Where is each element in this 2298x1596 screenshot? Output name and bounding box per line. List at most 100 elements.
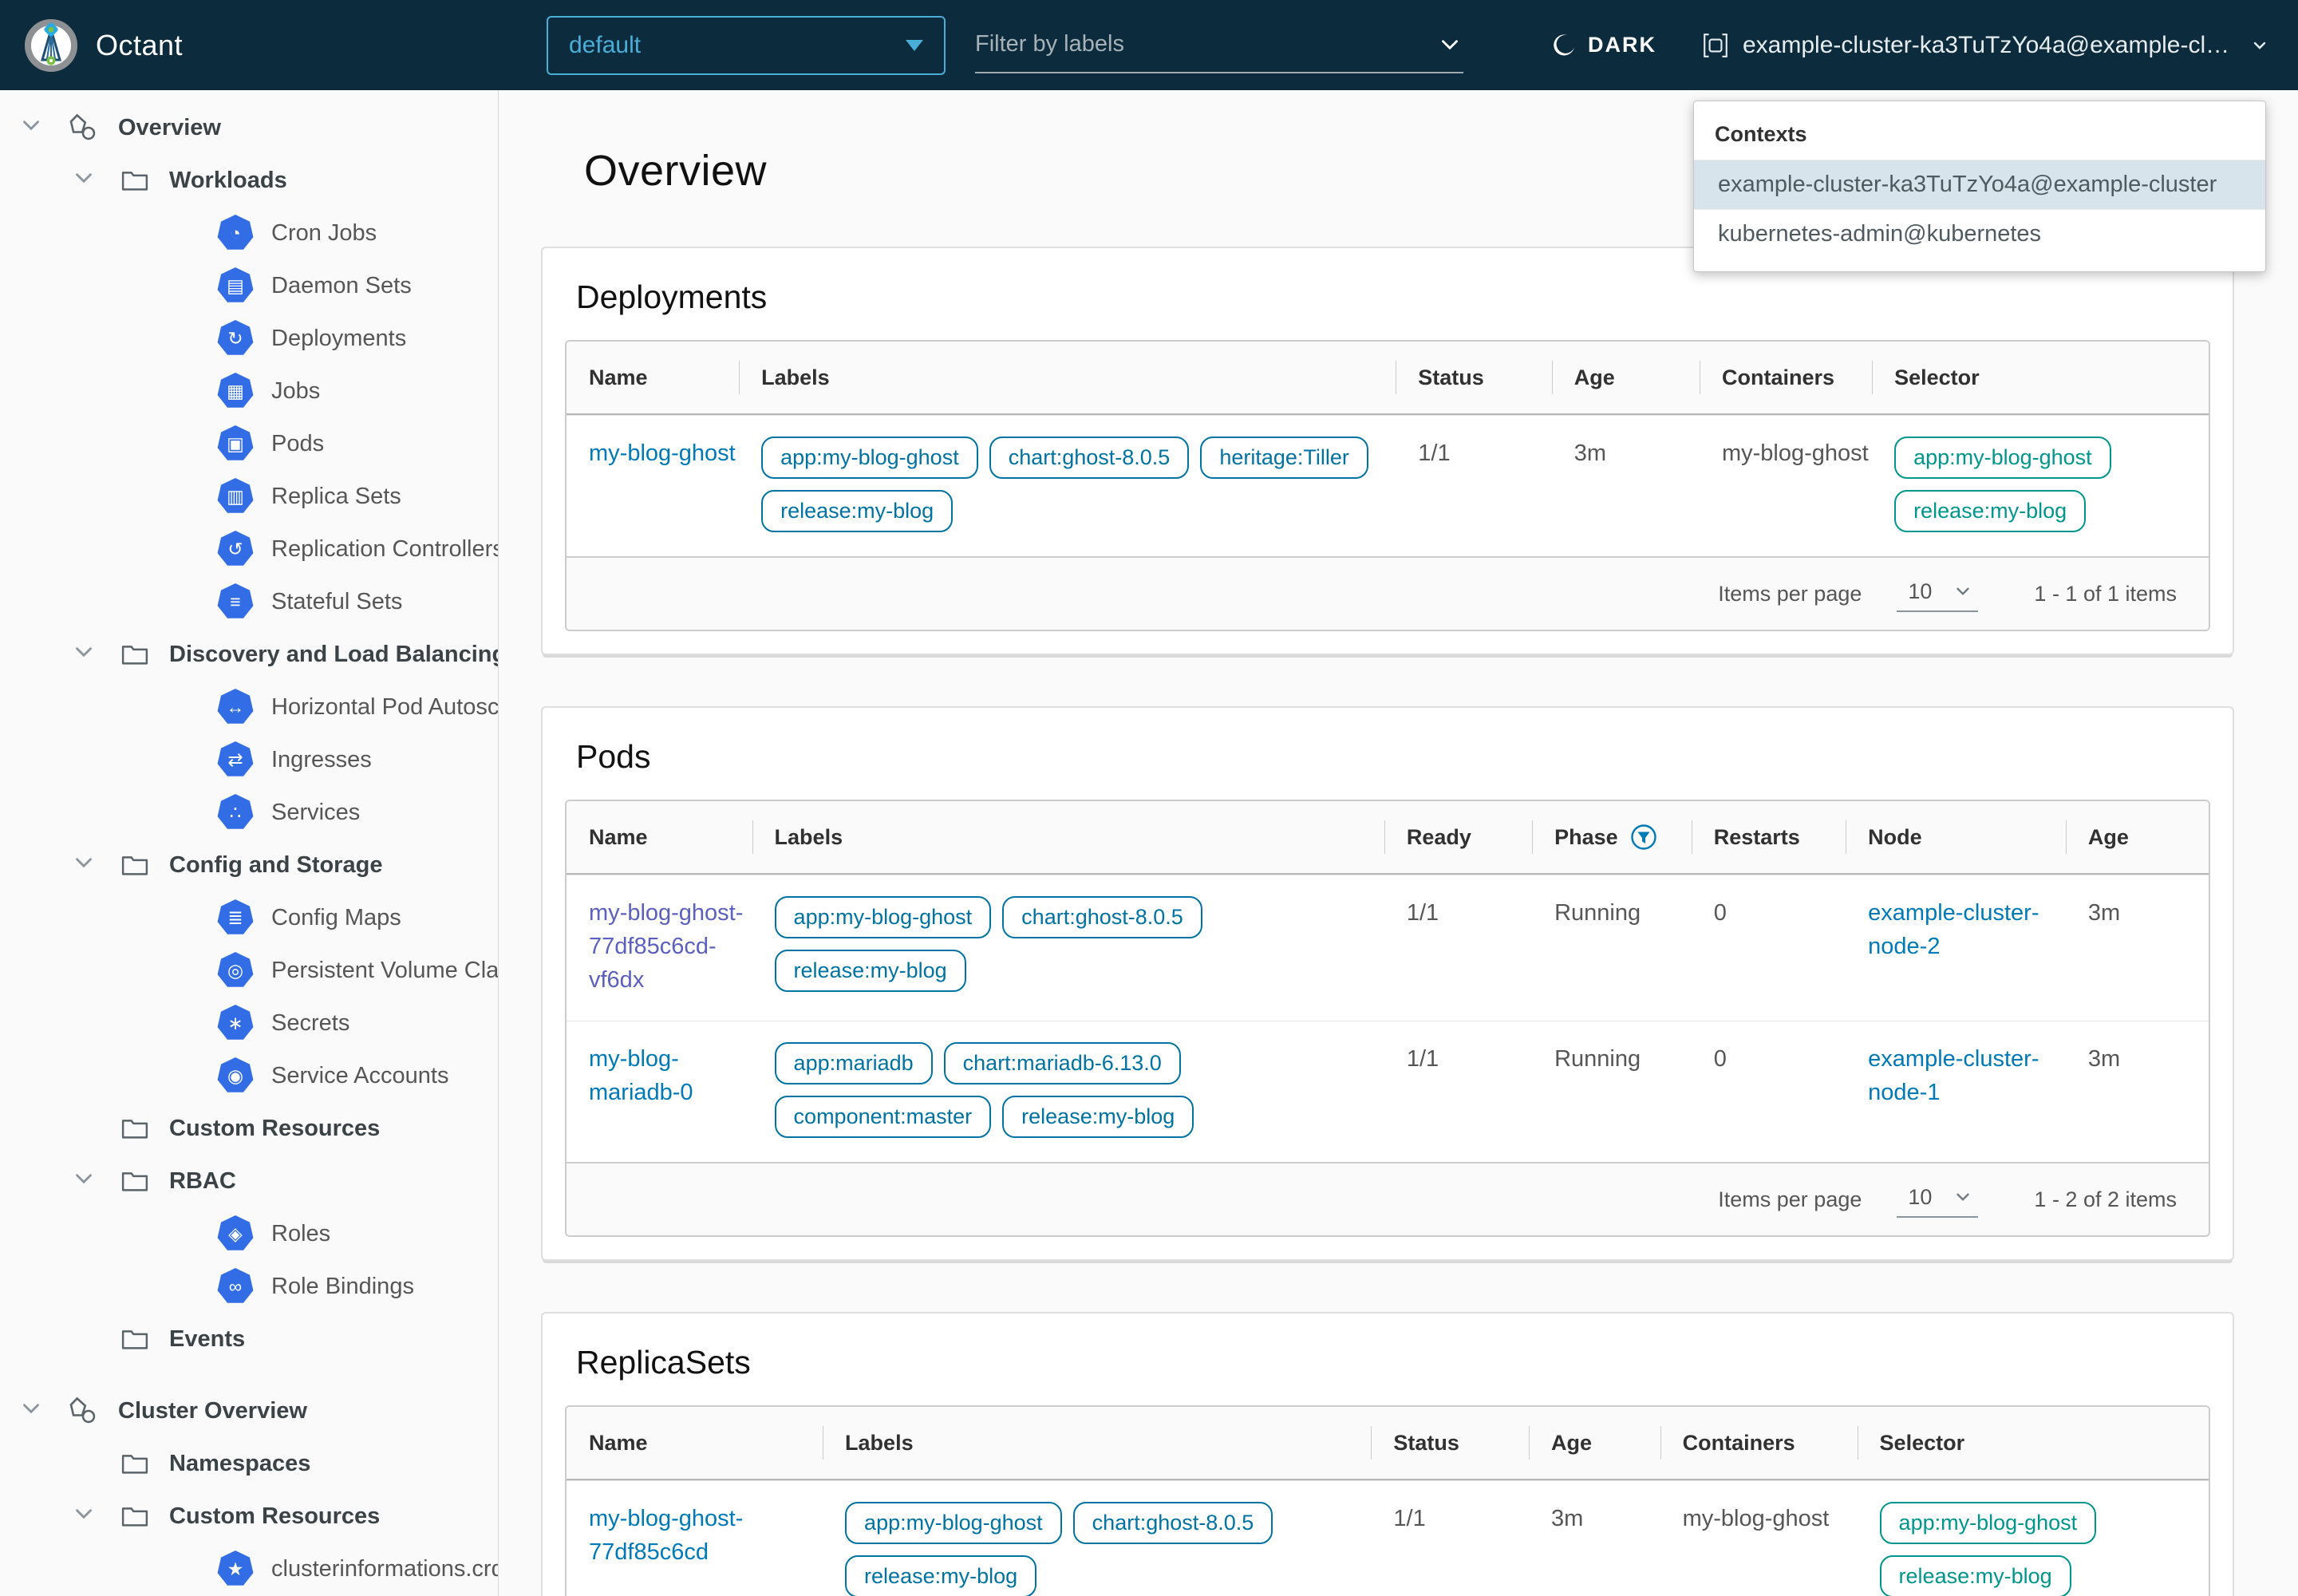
cell-value: Running [1554, 1046, 1641, 1072]
column-header-label: Status [1418, 365, 1484, 390]
chevron-down-icon[interactable] [70, 638, 102, 670]
k8s-resource-icon: ▣ [217, 425, 254, 462]
resource-link[interactable]: my-blog-ghost-77df85c6cd [589, 1506, 743, 1565]
sidebar-item-clusterinformations-crd-projec[interactable]: ★clusterinformations.crd.projec [0, 1543, 498, 1595]
chevron-down-icon[interactable] [1436, 31, 1463, 58]
sidebar-item-role-bindings[interactable]: ∞Role Bindings [0, 1260, 498, 1313]
sidebar-item-deployments[interactable]: ↻Deployments [0, 312, 498, 365]
sidebar-item-stateful-sets[interactable]: ≡Stateful Sets [0, 575, 498, 628]
label-pill[interactable]: chart:ghost-8.0.5 [1002, 896, 1202, 938]
sidebar-item-daemon-sets[interactable]: ▤Daemon Sets [0, 259, 498, 312]
sidebar-item-config-maps[interactable]: ≣Config Maps [0, 891, 498, 944]
card-title: ReplicaSets [576, 1344, 2210, 1381]
theme-toggle[interactable]: DARK [1551, 33, 1656, 58]
sidebar-item-label: Config and Storage [169, 852, 382, 879]
sidebar-item-services[interactable]: ∴Services [0, 786, 498, 839]
sidebar-item-custom-resources[interactable]: Custom Resources [0, 1490, 498, 1543]
label-pill[interactable]: chart:ghost-8.0.5 [1073, 1502, 1273, 1544]
chevron-down-icon[interactable] [18, 1395, 49, 1427]
sidebar-item-replication-controllers[interactable]: ↺Replication Controllers [0, 523, 498, 575]
items-per-page-select[interactable]: 10 [1897, 1182, 1978, 1218]
sidebar-item-cron-jobs[interactable]: ◔Cron Jobs [0, 207, 498, 259]
label-pill[interactable]: app:my-blog-ghost [775, 896, 992, 938]
resource-link[interactable]: my-blog-ghost [589, 440, 736, 466]
sidebar-item-label: Services [271, 800, 360, 826]
context-menu-item[interactable]: kubernetes-admin@kubernetes [1694, 209, 2265, 259]
selector-pill[interactable]: app:my-blog-ghost [1894, 437, 2111, 479]
context-selector-button[interactable]: example-cluster-ka3TuTzYo4a@example-clus… [1701, 31, 2269, 60]
sidebar-item-config-and-storage[interactable]: Config and Storage [0, 839, 498, 891]
label-pill[interactable]: heritage:Tiller [1200, 437, 1368, 479]
label-pill[interactable]: app:mariadb [775, 1042, 933, 1084]
column-header-label: Labels [775, 825, 843, 850]
items-per-page-select[interactable]: 10 [1897, 576, 1978, 612]
chevron-down-icon[interactable] [70, 1165, 102, 1197]
items-per-page-label: Items per page [1718, 582, 1862, 606]
filter-icon[interactable] [1629, 823, 1658, 851]
sidebar-item-replica-sets[interactable]: ▥Replica Sets [0, 470, 498, 523]
label-pill[interactable]: component:master [775, 1096, 992, 1138]
sidebar-item-pods[interactable]: ▣Pods [0, 417, 498, 470]
resource-link[interactable]: my-blog-mariadb-0 [589, 1046, 693, 1105]
sidebar-item-ingresses[interactable]: ⇄Ingresses [0, 733, 498, 786]
chevron-down-icon [169, 375, 201, 407]
label-pill[interactable]: chart:ghost-8.0.5 [989, 437, 1190, 479]
sidebar-item-discovery-and-load-balancing[interactable]: Discovery and Load Balancing [0, 628, 498, 681]
chevron-down-icon [169, 1553, 201, 1585]
label-pill[interactable]: release:my-blog [761, 490, 953, 532]
folder-icon [118, 1164, 152, 1198]
sidebar-item-cluster-overview[interactable]: Cluster Overview [0, 1385, 498, 1437]
chevron-down-icon[interactable] [70, 849, 102, 881]
cell-value: 3m [2088, 1046, 2120, 1072]
chevron-down-icon[interactable] [70, 1500, 102, 1532]
moon-icon [1551, 33, 1577, 58]
card-replicasets: ReplicaSetsNameLabelsStatusAgeContainers… [541, 1312, 2234, 1596]
sidebar-item-custom-resources[interactable]: Custom Resources [0, 1102, 498, 1155]
selector-pill[interactable]: app:my-blog-ghost [1880, 1502, 2097, 1544]
column-header-selector: Selector [1872, 342, 2209, 413]
label-pill[interactable]: app:my-blog-ghost [761, 437, 978, 479]
sidebar-item-jobs[interactable]: ▦Jobs [0, 365, 498, 417]
sidebar-item-overview[interactable]: Overview [0, 101, 498, 154]
label-pill[interactable]: chart:mariadb-6.13.0 [944, 1042, 1181, 1084]
label-pill[interactable]: app:my-blog-ghost [845, 1502, 1062, 1544]
sidebar-item-namespaces[interactable]: Namespaces [0, 1437, 498, 1490]
table-row: my-blog-mariadb-0 app:mariadb chart:mariad… [567, 1021, 2209, 1162]
k8s-resource-icon: ▥ [217, 478, 254, 515]
selector-pill[interactable]: release:my-blog [1880, 1555, 2071, 1596]
context-menu-item-label: kubernetes-admin@kubernetes [1718, 221, 2041, 247]
selector-pill[interactable]: release:my-blog [1894, 490, 2086, 532]
label-pill[interactable]: release:my-blog [845, 1555, 1036, 1596]
chevron-down-icon[interactable] [18, 112, 49, 144]
sidebar-item-workloads[interactable]: Workloads [0, 154, 498, 207]
namespace-select[interactable]: default [547, 16, 946, 75]
chevron-down-icon [906, 40, 923, 51]
items-per-page-value: 10 [1908, 579, 1932, 604]
column-header-containers: Containers [1700, 342, 1872, 413]
sidebar-item-label: Jobs [271, 378, 320, 405]
sidebar-nav: OverviewWorkloads◔Cron Jobs▤Daemon Sets↻… [0, 90, 499, 1596]
k8s-resource-icon: ∗ [217, 1005, 254, 1041]
sidebar-item-label: Secrets [271, 1010, 349, 1037]
cell-node: example-cluster-node-1 [1846, 1042, 2066, 1138]
sidebar-item-horizontal-pod-autoscalers[interactable]: ↔Horizontal Pod Autoscalers [0, 681, 498, 733]
sidebar-item-roles[interactable]: ◈Roles [0, 1207, 498, 1260]
resource-link[interactable]: example-cluster-node-2 [1868, 900, 2039, 959]
sidebar-item-service-accounts[interactable]: ◉Service Accounts [0, 1049, 498, 1102]
resource-link[interactable]: my-blog-ghost-77df85c6cd-vf6dx [589, 900, 743, 993]
label-filter-input[interactable] [975, 31, 1436, 57]
sidebar-item-secrets[interactable]: ∗ Secrets [0, 997, 498, 1049]
chevron-down-icon [169, 796, 201, 828]
label-pill[interactable]: release:my-blog [1002, 1096, 1194, 1138]
chevron-down-icon[interactable] [70, 164, 102, 196]
resource-link[interactable]: example-cluster-node-1 [1868, 1046, 2039, 1105]
sidebar-item-persistent-volume-claims[interactable]: ◎Persistent Volume Claims [0, 944, 498, 997]
sidebar-item-events[interactable]: Events [0, 1313, 498, 1365]
k8s-resource-icon: ↔ [217, 689, 254, 725]
sidebar-item-label: clusterinformations.crd.projec [271, 1556, 498, 1582]
cell-name: my-blog-ghost-77df85c6cd [567, 1502, 823, 1596]
sidebar-item-rbac[interactable]: RBAC [0, 1155, 498, 1207]
context-menu-item[interactable]: example-cluster-ka3TuTzYo4a@example-clus… [1694, 160, 2265, 209]
folder-icon [118, 164, 152, 197]
label-pill[interactable]: release:my-blog [775, 950, 966, 992]
